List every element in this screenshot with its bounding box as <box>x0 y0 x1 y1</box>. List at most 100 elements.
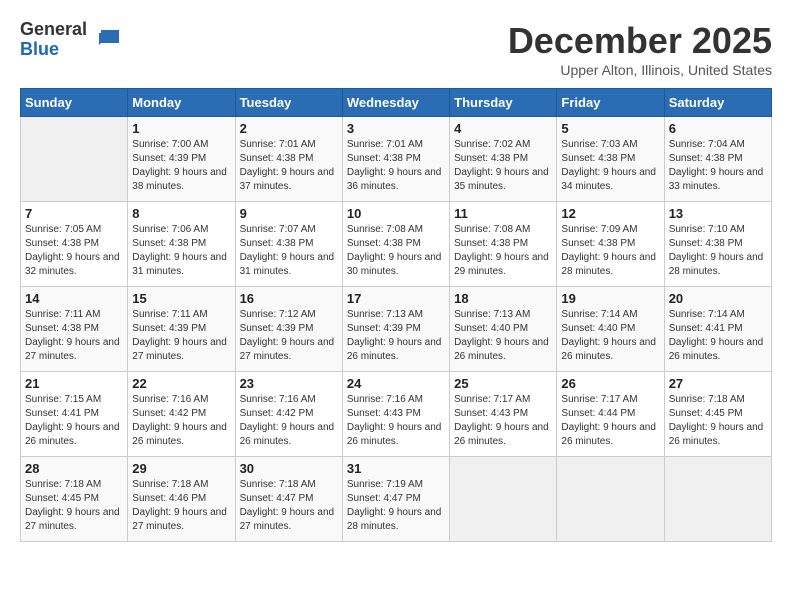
calendar-week-row: 28 Sunrise: 7:18 AM Sunset: 4:45 PM Dayl… <box>21 457 772 542</box>
day-number: 14 <box>25 291 123 306</box>
day-number: 8 <box>132 206 230 221</box>
sunrise-text: Sunrise: 7:18 AM <box>25 479 101 490</box>
calendar-cell: 31 Sunrise: 7:19 AM Sunset: 4:47 PM Dayl… <box>342 457 449 542</box>
day-info: Sunrise: 7:18 AM Sunset: 4:46 PM Dayligh… <box>132 478 230 534</box>
day-info: Sunrise: 7:17 AM Sunset: 4:44 PM Dayligh… <box>561 393 659 449</box>
weekday-header-saturday: Saturday <box>664 89 771 117</box>
sunset-text: Sunset: 4:43 PM <box>454 408 528 419</box>
sunset-text: Sunset: 4:44 PM <box>561 408 635 419</box>
calendar-cell: 10 Sunrise: 7:08 AM Sunset: 4:38 PM Dayl… <box>342 202 449 287</box>
sunset-text: Sunset: 4:38 PM <box>669 238 743 249</box>
sunset-text: Sunset: 4:39 PM <box>240 323 314 334</box>
sunset-text: Sunset: 4:43 PM <box>347 408 421 419</box>
sunset-text: Sunset: 4:39 PM <box>132 153 206 164</box>
calendar-week-row: 21 Sunrise: 7:15 AM Sunset: 4:41 PM Dayl… <box>21 372 772 457</box>
sunrise-text: Sunrise: 7:11 AM <box>25 309 100 320</box>
daylight-text: Daylight: 9 hours and 27 minutes. <box>25 507 120 532</box>
sunset-text: Sunset: 4:38 PM <box>240 153 314 164</box>
calendar-cell: 22 Sunrise: 7:16 AM Sunset: 4:42 PM Dayl… <box>128 372 235 457</box>
daylight-text: Daylight: 9 hours and 26 minutes. <box>347 337 442 362</box>
calendar-week-row: 7 Sunrise: 7:05 AM Sunset: 4:38 PM Dayli… <box>21 202 772 287</box>
day-info: Sunrise: 7:00 AM Sunset: 4:39 PM Dayligh… <box>132 138 230 194</box>
daylight-text: Daylight: 9 hours and 26 minutes. <box>25 422 120 447</box>
sunrise-text: Sunrise: 7:08 AM <box>347 224 423 235</box>
daylight-text: Daylight: 9 hours and 32 minutes. <box>25 252 120 277</box>
sunrise-text: Sunrise: 7:04 AM <box>669 139 745 150</box>
day-info: Sunrise: 7:14 AM Sunset: 4:40 PM Dayligh… <box>561 308 659 364</box>
calendar-cell: 17 Sunrise: 7:13 AM Sunset: 4:39 PM Dayl… <box>342 287 449 372</box>
daylight-text: Daylight: 9 hours and 26 minutes. <box>669 422 764 447</box>
calendar-week-row: 1 Sunrise: 7:00 AM Sunset: 4:39 PM Dayli… <box>21 117 772 202</box>
daylight-text: Daylight: 9 hours and 26 minutes. <box>454 337 549 362</box>
daylight-text: Daylight: 9 hours and 27 minutes. <box>240 507 335 532</box>
day-number: 2 <box>240 121 338 136</box>
daylight-text: Daylight: 9 hours and 30 minutes. <box>347 252 442 277</box>
day-info: Sunrise: 7:11 AM Sunset: 4:39 PM Dayligh… <box>132 308 230 364</box>
weekday-header-monday: Monday <box>128 89 235 117</box>
day-info: Sunrise: 7:05 AM Sunset: 4:38 PM Dayligh… <box>25 223 123 279</box>
day-info: Sunrise: 7:08 AM Sunset: 4:38 PM Dayligh… <box>347 223 445 279</box>
day-number: 15 <box>132 291 230 306</box>
day-number: 7 <box>25 206 123 221</box>
sunrise-text: Sunrise: 7:13 AM <box>454 309 530 320</box>
day-info: Sunrise: 7:03 AM Sunset: 4:38 PM Dayligh… <box>561 138 659 194</box>
daylight-text: Daylight: 9 hours and 27 minutes. <box>25 337 120 362</box>
logo-general-text: General <box>20 19 87 39</box>
month-title: December 2025 <box>508 20 772 62</box>
sunset-text: Sunset: 4:38 PM <box>561 238 635 249</box>
calendar-cell: 14 Sunrise: 7:11 AM Sunset: 4:38 PM Dayl… <box>21 287 128 372</box>
sunrise-text: Sunrise: 7:05 AM <box>25 224 101 235</box>
sunrise-text: Sunrise: 7:16 AM <box>347 394 423 405</box>
sunset-text: Sunset: 4:47 PM <box>347 493 421 504</box>
day-number: 4 <box>454 121 552 136</box>
sunset-text: Sunset: 4:38 PM <box>132 238 206 249</box>
sunrise-text: Sunrise: 7:10 AM <box>669 224 745 235</box>
sunrise-text: Sunrise: 7:17 AM <box>561 394 637 405</box>
day-number: 3 <box>347 121 445 136</box>
calendar-cell: 8 Sunrise: 7:06 AM Sunset: 4:38 PM Dayli… <box>128 202 235 287</box>
weekday-header-row: SundayMondayTuesdayWednesdayThursdayFrid… <box>21 89 772 117</box>
sunset-text: Sunset: 4:40 PM <box>454 323 528 334</box>
calendar-cell: 1 Sunrise: 7:00 AM Sunset: 4:39 PM Dayli… <box>128 117 235 202</box>
sunset-text: Sunset: 4:47 PM <box>240 493 314 504</box>
day-info: Sunrise: 7:04 AM Sunset: 4:38 PM Dayligh… <box>669 138 767 194</box>
day-info: Sunrise: 7:18 AM Sunset: 4:45 PM Dayligh… <box>25 478 123 534</box>
day-info: Sunrise: 7:18 AM Sunset: 4:47 PM Dayligh… <box>240 478 338 534</box>
daylight-text: Daylight: 9 hours and 26 minutes. <box>561 337 656 362</box>
calendar-cell: 4 Sunrise: 7:02 AM Sunset: 4:38 PM Dayli… <box>450 117 557 202</box>
weekday-header-friday: Friday <box>557 89 664 117</box>
sunset-text: Sunset: 4:42 PM <box>132 408 206 419</box>
calendar-cell <box>21 117 128 202</box>
sunset-text: Sunset: 4:40 PM <box>561 323 635 334</box>
daylight-text: Daylight: 9 hours and 28 minutes. <box>669 252 764 277</box>
title-block: December 2025 Upper Alton, Illinois, Uni… <box>508 20 772 78</box>
day-number: 13 <box>669 206 767 221</box>
calendar-cell <box>664 457 771 542</box>
day-info: Sunrise: 7:07 AM Sunset: 4:38 PM Dayligh… <box>240 223 338 279</box>
weekday-header-tuesday: Tuesday <box>235 89 342 117</box>
daylight-text: Daylight: 9 hours and 26 minutes. <box>347 422 442 447</box>
sunrise-text: Sunrise: 7:01 AM <box>240 139 316 150</box>
calendar-cell: 13 Sunrise: 7:10 AM Sunset: 4:38 PM Dayl… <box>664 202 771 287</box>
sunset-text: Sunset: 4:38 PM <box>25 323 99 334</box>
day-info: Sunrise: 7:01 AM Sunset: 4:38 PM Dayligh… <box>240 138 338 194</box>
day-number: 18 <box>454 291 552 306</box>
sunrise-text: Sunrise: 7:17 AM <box>454 394 530 405</box>
day-info: Sunrise: 7:15 AM Sunset: 4:41 PM Dayligh… <box>25 393 123 449</box>
weekday-header-thursday: Thursday <box>450 89 557 117</box>
calendar-cell: 9 Sunrise: 7:07 AM Sunset: 4:38 PM Dayli… <box>235 202 342 287</box>
calendar-cell: 5 Sunrise: 7:03 AM Sunset: 4:38 PM Dayli… <box>557 117 664 202</box>
calendar-cell: 24 Sunrise: 7:16 AM Sunset: 4:43 PM Dayl… <box>342 372 449 457</box>
day-number: 9 <box>240 206 338 221</box>
daylight-text: Daylight: 9 hours and 29 minutes. <box>454 252 549 277</box>
sunrise-text: Sunrise: 7:02 AM <box>454 139 530 150</box>
sunrise-text: Sunrise: 7:13 AM <box>347 309 423 320</box>
sunset-text: Sunset: 4:41 PM <box>25 408 99 419</box>
day-number: 30 <box>240 461 338 476</box>
calendar-cell: 19 Sunrise: 7:14 AM Sunset: 4:40 PM Dayl… <box>557 287 664 372</box>
calendar-cell: 7 Sunrise: 7:05 AM Sunset: 4:38 PM Dayli… <box>21 202 128 287</box>
day-number: 29 <box>132 461 230 476</box>
sunrise-text: Sunrise: 7:14 AM <box>669 309 745 320</box>
sunset-text: Sunset: 4:46 PM <box>132 493 206 504</box>
daylight-text: Daylight: 9 hours and 27 minutes. <box>132 507 227 532</box>
